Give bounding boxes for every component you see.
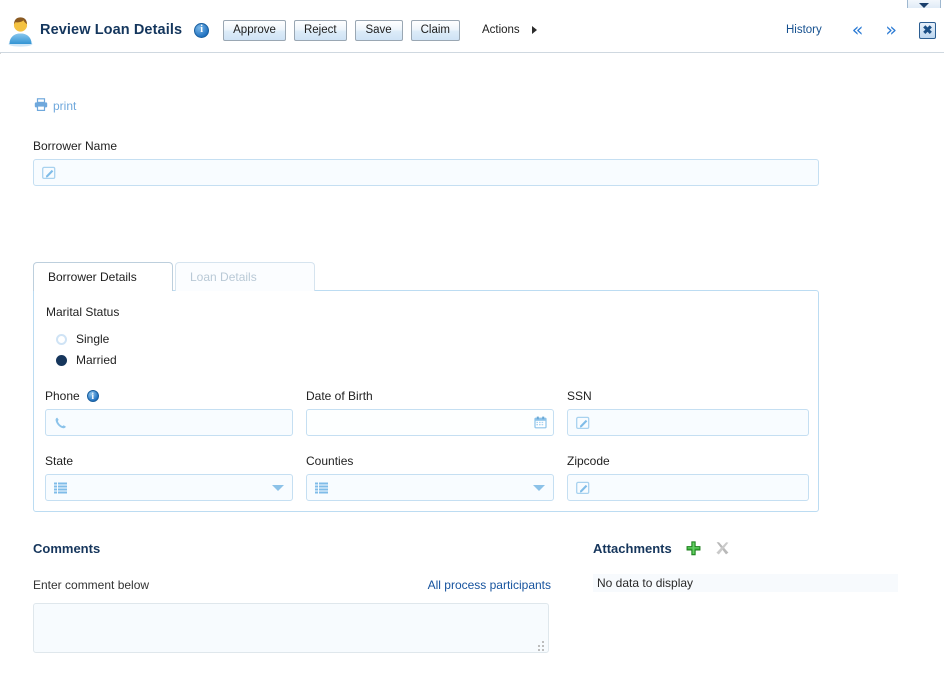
list-icon [315,482,329,494]
ssn-input[interactable] [567,409,809,436]
approve-button[interactable]: Approve [223,19,286,41]
tab-borrower-details[interactable]: Borrower Details [33,262,173,291]
delete-x-icon[interactable] [715,541,730,556]
zipcode-field-group: Zipcode [567,454,809,501]
borrower-name-field-group: Borrower Name [33,139,819,186]
user-avatar-icon [6,15,36,47]
radio-option-married[interactable]: Married [56,353,117,367]
state-label: State [45,454,74,468]
phone-field-group: Phone i [45,389,293,436]
radio-married-label: Married [76,353,117,367]
borrower-details-panel: Marital Status Single Married Phone i Da… [33,290,819,512]
save-button[interactable]: Save [354,19,403,41]
claim-button[interactable]: Claim [410,19,460,41]
radio-married-icon [56,354,67,366]
tab-loan-details[interactable]: Loan Details [175,262,315,291]
history-link[interactable]: History [786,24,822,36]
zipcode-label: Zipcode [567,454,610,468]
all-process-participants-link[interactable]: All process participants [428,578,551,592]
print-label: print [53,99,77,113]
tab-borrower-details-label: Borrower Details [48,270,137,284]
comment-textarea[interactable] [33,603,549,653]
plus-icon[interactable] [686,541,701,556]
print-link[interactable]: print [34,98,76,114]
chevron-double-left-icon[interactable]: « [852,20,864,40]
chevron-double-right-icon[interactable]: » [885,20,897,40]
counties-label: Counties [306,454,354,468]
page-header: Review Loan Details i Approve Reject Sav… [0,8,944,53]
printer-icon [34,98,48,114]
resize-grip-icon[interactable] [536,641,545,651]
radio-single-icon [56,333,67,345]
actions-menu[interactable]: Actions [482,24,537,36]
attachments-empty-text: No data to display [597,576,694,590]
counties-select[interactable] [306,474,554,501]
comments-hint: Enter comment below [33,578,150,592]
ssn-field-group: SSN [567,389,809,436]
phone-info-icon[interactable]: i [86,390,99,402]
comments-title: Comments [33,541,101,556]
info-icon[interactable]: i [194,22,210,38]
date-of-birth-label: Date of Birth [306,389,373,403]
triangle-down-icon [919,2,929,8]
ssn-label: SSN [567,389,592,403]
calendar-icon[interactable] [534,416,547,429]
borrower-name-label: Borrower Name [33,139,118,153]
actions-menu-label: Actions [481,24,520,36]
radio-single-label: Single [76,332,110,346]
page-content: print Borrower Name Borrower Details Loa… [0,54,944,680]
page-title: Review Loan Details [40,22,183,38]
edit-pencil-icon [576,481,590,495]
date-of-birth-input[interactable] [306,409,554,436]
phone-label: Phone [45,389,80,403]
state-field-group: State [45,454,293,501]
attachments-empty-row: No data to display [593,574,898,592]
list-icon [54,482,68,494]
date-of-birth-field-group: Date of Birth [306,389,554,436]
caret-right-icon [531,26,537,34]
close-icon: ✖ [922,23,933,37]
attachments-section: Attachments No data to display [593,541,913,592]
tab-loan-details-label: Loan Details [190,270,257,284]
comments-section: Comments Enter comment below All process… [33,541,551,653]
close-window-button[interactable]: ✖ [919,21,936,39]
edit-pencil-icon [576,416,590,430]
radio-option-single[interactable]: Single [56,332,109,346]
triangle-down-icon [533,484,545,491]
edit-pencil-icon [42,166,56,180]
tab-bar: Borrower Details Loan Details [33,262,315,291]
phone-input[interactable] [45,409,293,436]
phone-handset-icon [54,416,68,430]
borrower-name-input[interactable] [33,159,819,186]
attachments-title: Attachments [593,541,672,556]
triangle-down-icon [272,484,284,491]
zipcode-input[interactable] [567,474,809,501]
top-strip [0,0,944,11]
marital-status-label: Marital Status [46,305,120,319]
state-select[interactable] [45,474,293,501]
reject-button[interactable]: Reject [293,19,347,41]
counties-field-group: Counties [306,454,554,501]
